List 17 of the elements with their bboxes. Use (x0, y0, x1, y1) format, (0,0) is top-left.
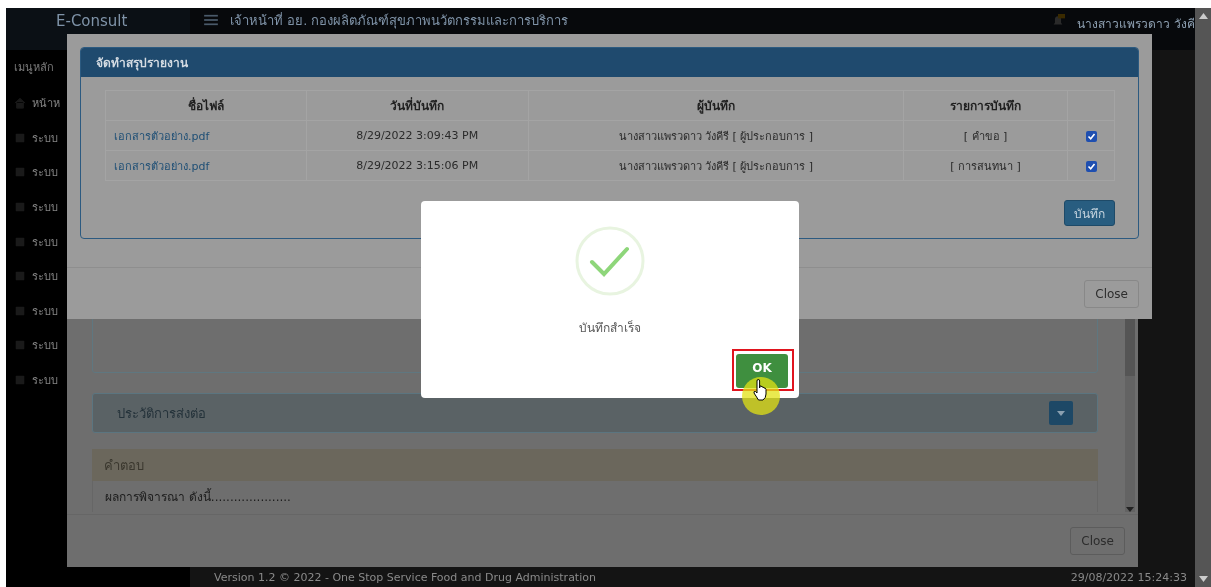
column-header: ผู้บันทึก (528, 90, 904, 121)
success-message: บันทึกสำเร็จ (579, 319, 641, 337)
table-cell: 8/29/2022 3:09:43 PM (306, 120, 529, 151)
footer-version: Version 1.2 © 2022 - One Stop Service Food and Drug Administration (214, 571, 596, 585)
table-cell: [ คำขอ ] (903, 120, 1068, 151)
column-header: วันที่บันทึก (306, 90, 529, 121)
table-cell: [ การสนทนา ] (903, 150, 1068, 181)
footer-timestamp: 29/08/2022 15:24:33 (1070, 571, 1187, 585)
column-header: ชื่อไฟล์ (105, 90, 307, 121)
panel-title: จัดทำสรุปรายงาน (81, 48, 1138, 77)
table-cell: 8/29/2022 3:15:06 PM (306, 150, 529, 181)
column-header: รายการบันทึก (903, 90, 1068, 121)
sidebar-heading: เมนูหลัก (14, 60, 54, 76)
table-cell: นางสาวแพรวดาว วังคีรี [ ผู้ประกอบการ ] (528, 150, 904, 181)
header-title: เจ้าหน้าที่ อย. กองผลิตภัณฑ์สุขภาพนวัตกรรมและการบริการ (230, 12, 569, 30)
table-cell: นางสาวแพรวดาว วังคีรี [ ผู้ประกอบการ ] (528, 120, 904, 151)
answer-text: ผลการพิจารณา ดังนี้..................... (92, 481, 1098, 512)
